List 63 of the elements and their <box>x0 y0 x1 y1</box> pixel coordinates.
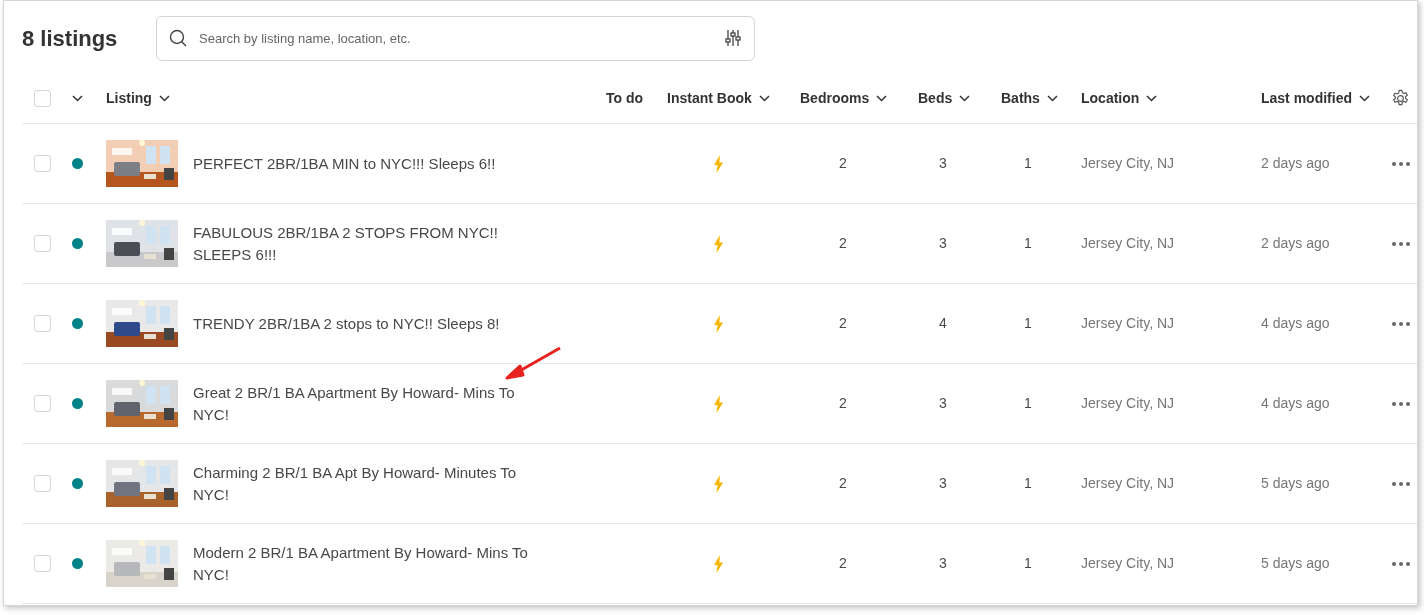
expand-chevron-icon[interactable] <box>71 94 83 102</box>
page-title: 8 listings <box>22 24 119 53</box>
location-text: Jersey City, NJ <box>1081 315 1175 331</box>
more-icon[interactable] <box>1391 241 1410 246</box>
column-header[interactable]: To do <box>606 87 644 109</box>
more-icon[interactable] <box>1391 321 1410 326</box>
checkbox[interactable] <box>34 555 51 572</box>
beds-count: 3 <box>939 475 947 491</box>
beds-count: 3 <box>939 235 947 251</box>
baths-count: 1 <box>1024 395 1032 411</box>
beds-count: 3 <box>939 155 947 171</box>
filter-icon[interactable] <box>725 28 741 47</box>
listing-title[interactable]: Charming 2 BR/1 BA Apt By Howard- Minutes To NYC! <box>193 461 548 506</box>
listing-title[interactable]: FABULOUS 2BR/1BA 2 STOPS FROM NYC!! SLEEPS 6!!! <box>193 221 548 266</box>
column-header[interactable]: Beds <box>918 87 971 109</box>
listing-title[interactable]: Modern 2 BR/1 BA Apartment By Howard- Mins To NYC! <box>193 541 548 586</box>
modified-time: 4 days ago <box>1261 315 1330 331</box>
checkbox[interactable] <box>34 315 51 332</box>
baths-count: 1 <box>1024 475 1032 491</box>
location-text: Jersey City, NJ <box>1081 235 1175 251</box>
column-header[interactable]: Last modified <box>1261 87 1370 109</box>
listing-title[interactable]: Great 2 BR/1 BA Apartment By Howard- Mins To NYC! <box>193 381 548 426</box>
bedrooms-count: 2 <box>839 235 847 251</box>
checkbox[interactable] <box>34 89 51 107</box>
baths-count: 1 <box>1024 235 1032 251</box>
location-text: Jersey City, NJ <box>1081 475 1175 491</box>
checkbox[interactable] <box>34 475 51 492</box>
modified-time: 2 days ago <box>1261 235 1330 251</box>
more-icon[interactable] <box>1391 161 1410 166</box>
more-icon[interactable] <box>1391 401 1410 406</box>
modified-time: 2 days ago <box>1261 155 1330 171</box>
modified-time: 5 days ago <box>1261 555 1330 571</box>
location-text: Jersey City, NJ <box>1081 555 1175 571</box>
more-icon[interactable] <box>1391 561 1410 566</box>
listing-title[interactable]: PERFECT 2BR/1BA MIN to NYC!!! Sleeps 6!! <box>193 152 548 175</box>
baths-count: 1 <box>1024 155 1032 171</box>
bedrooms-count: 2 <box>839 475 847 491</box>
modified-time: 5 days ago <box>1261 475 1330 491</box>
beds-count: 3 <box>939 555 947 571</box>
column-header[interactable]: Baths <box>1001 87 1058 109</box>
column-header[interactable]: Bedrooms <box>800 87 888 109</box>
settings-icon[interactable] <box>1391 88 1410 108</box>
column-header[interactable]: Instant Book <box>667 87 770 109</box>
location-text: Jersey City, NJ <box>1081 395 1175 411</box>
checkbox[interactable] <box>34 235 51 252</box>
search-field[interactable]: Search by listing name, location, etc. <box>156 15 755 61</box>
baths-count: 1 <box>1024 315 1032 331</box>
checkbox[interactable] <box>34 395 51 412</box>
bedrooms-count: 2 <box>839 555 847 571</box>
location-text: Jersey City, NJ <box>1081 155 1175 171</box>
listing-title[interactable]: TRENDY 2BR/1BA 2 stops to NYC!! Sleeps 8! <box>193 312 548 335</box>
baths-count: 1 <box>1024 555 1032 571</box>
search-icon <box>169 28 187 47</box>
modified-time: 4 days ago <box>1261 395 1330 411</box>
beds-count: 4 <box>939 315 947 331</box>
beds-count: 3 <box>939 395 947 411</box>
column-header[interactable]: Listing <box>106 87 170 109</box>
more-icon[interactable] <box>1391 481 1410 486</box>
bedrooms-count: 2 <box>839 155 847 171</box>
bedrooms-count: 2 <box>839 395 847 411</box>
bedrooms-count: 2 <box>839 315 847 331</box>
column-header[interactable]: Location <box>1081 87 1158 109</box>
checkbox[interactable] <box>34 155 51 172</box>
